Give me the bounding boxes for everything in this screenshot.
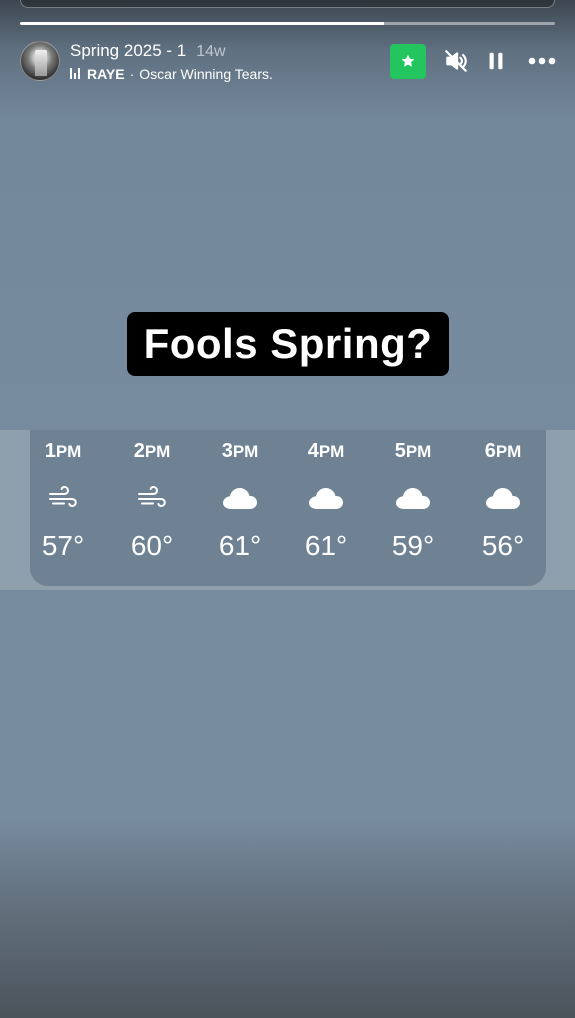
story-progress-bar	[20, 22, 555, 25]
muted-speaker-icon	[445, 50, 467, 72]
story-controls	[390, 43, 557, 79]
music-info[interactable]: RAYE · Oscar Winning Tears.	[70, 66, 390, 82]
wind-icon	[117, 478, 187, 518]
music-separator: ·	[129, 65, 135, 82]
cloud-icon	[378, 478, 448, 518]
story-meta: Spring 2025 - 1 14w RAYE · Oscar Winning…	[70, 41, 390, 82]
forecast-hour-number: 1	[44, 440, 56, 462]
forecast-time: 5PM	[378, 440, 448, 464]
forecast-hour-number: 4	[307, 440, 319, 462]
forecast-time: 3PM	[205, 440, 275, 464]
forecast-ampm: PM	[495, 442, 522, 461]
story-title[interactable]: Spring 2025 - 1	[70, 41, 186, 61]
star-icon	[401, 54, 415, 67]
forecast-hour-number: 6	[484, 440, 496, 462]
forecast-hour: 1PM 57°	[28, 430, 98, 562]
story-header: Spring 2025 - 1 14w RAYE · Oscar Winning…	[20, 40, 557, 82]
previous-frame-edge	[20, 0, 555, 8]
forecast-time: 4PM	[291, 440, 361, 464]
pause-icon	[489, 52, 503, 70]
text-sticker[interactable]: Fools Spring?	[127, 312, 449, 376]
forecast-temperature: 60°	[130, 530, 174, 561]
music-artist: RAYE	[87, 65, 125, 82]
forecast-hour: 5PM 59°	[378, 430, 448, 562]
forecast-time: 6PM	[468, 440, 538, 464]
progress-segment	[20, 22, 555, 25]
cloud-icon	[291, 478, 361, 518]
wind-icon	[28, 478, 98, 518]
forecast-hour-number: 3	[221, 440, 233, 462]
more-options-button[interactable]	[527, 48, 557, 74]
forecast-hour: 3PM 61°	[205, 430, 275, 562]
audio-bars-icon	[70, 68, 80, 79]
forecast-temperature: 61°	[218, 530, 262, 561]
forecast-ampm: PM	[405, 442, 432, 461]
forecast-hour: 2PM 60°	[117, 430, 187, 562]
forecast-ampm: PM	[232, 442, 259, 461]
forecast-hour-number: 5	[394, 440, 406, 462]
cloud-icon	[205, 478, 275, 518]
forecast-ampm: PM	[144, 442, 171, 461]
forecast-time: 1PM	[28, 440, 98, 464]
pause-button[interactable]	[483, 48, 509, 74]
more-icon	[528, 57, 556, 65]
forecast-hour: 4PM 61°	[291, 430, 361, 562]
forecast-temperature: 59°	[391, 530, 435, 561]
favorite-button[interactable]	[390, 43, 426, 79]
forecast-temperature: 57°	[41, 530, 85, 561]
forecast-hour-number: 2	[133, 440, 145, 462]
forecast-ampm: PM	[318, 442, 345, 461]
forecast-time: 2PM	[117, 440, 187, 464]
cloud-icon	[468, 478, 538, 518]
forecast-temperature: 61°	[304, 530, 348, 561]
avatar[interactable]	[20, 41, 60, 81]
music-track: Oscar Winning Tears.	[139, 65, 273, 82]
forecast-ampm: PM	[55, 442, 82, 461]
mute-button[interactable]	[443, 48, 469, 74]
story-age: 14w	[196, 42, 226, 60]
forecast-temperature: 56°	[481, 530, 525, 561]
forecast-hour: 6PM 56°	[468, 430, 538, 562]
